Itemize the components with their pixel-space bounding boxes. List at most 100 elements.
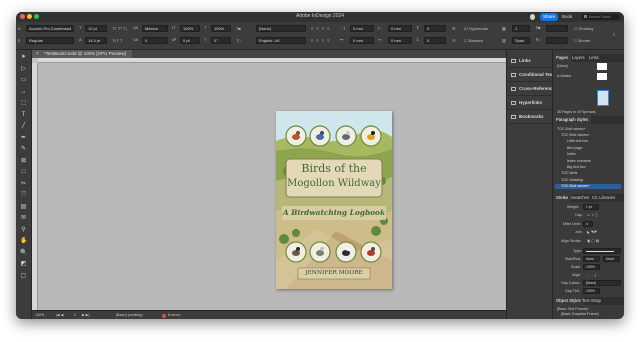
close-tab-icon[interactable]: × [36, 50, 39, 58]
stock-search-input[interactable]: Adobe Stock [582, 14, 620, 20]
eyedropper-tool[interactable]: ⚲ [20, 227, 27, 234]
paragraph-style-field[interactable]: [None] [256, 25, 306, 32]
gap-color-select[interactable]: [None] [583, 280, 621, 286]
drop-cap-chars-field[interactable]: 0 [424, 37, 446, 44]
baseline-shift-field[interactable]: 0 pt [180, 37, 200, 44]
tab-paragraph-styles[interactable]: Paragraph Styles [553, 116, 592, 124]
free-transform-tool[interactable]: ⤧ [20, 192, 27, 199]
cover-page[interactable]: Birds of the Mogollon Wildway A Birdwatc… [276, 111, 392, 289]
bookmarks-panel-button[interactable]: Bookmarks [507, 110, 553, 124]
tab-layers[interactable]: Layers [569, 54, 588, 62]
zoom-tool[interactable]: 🔍 [20, 250, 27, 257]
page-nav-next[interactable]: ▶ ▶| [82, 313, 89, 317]
border-checkbox[interactable]: ☐ Border [574, 38, 591, 43]
lightbulb-icon[interactable] [530, 14, 535, 20]
stroke-type-select[interactable] [583, 248, 621, 254]
justify-buttons[interactable]: ≡ ≡ ≡ ≡ [311, 38, 331, 43]
object-style-item[interactable]: [Basic Graphics Frame] [555, 312, 621, 317]
paragraph-style-item[interactable]: TOC birds [555, 171, 621, 176]
font-family-field[interactable]: Acumin Pro Condensed [26, 25, 74, 32]
paragraph-color-icon[interactable]: ¶■ [536, 25, 541, 30]
pages-a-master[interactable]: A-Master [557, 74, 572, 78]
zoom-level[interactable]: 100% [35, 313, 44, 317]
stroke-end-select[interactable]: None [603, 256, 620, 262]
grid-align-icon[interactable]: ▦ [502, 26, 506, 31]
gap-tool[interactable]: ↔ [20, 89, 27, 96]
paragraph-style-item[interactable]: Little text box [555, 139, 621, 144]
horizontal-scale-field[interactable]: 100% [211, 25, 231, 32]
drop-cap-lines-field[interactable]: 0 [424, 25, 446, 32]
span-columns-icon[interactable]: ▥ [502, 38, 506, 43]
right-indent-field[interactable]: 0 mm [388, 25, 412, 32]
language-field[interactable]: English: UK [256, 37, 306, 44]
pages-none-master[interactable]: [None] [557, 64, 568, 68]
bullets-icon[interactable]: ☰ [452, 26, 456, 31]
numbering-icon[interactable]: ☷ [452, 38, 456, 43]
preflight-errors[interactable]: 8 errors [168, 313, 180, 317]
links-panel-button[interactable]: Links [507, 54, 553, 68]
caps-buttons[interactable]: TT Tᵀ T₁ [112, 26, 127, 31]
stroke-scale-field[interactable]: 100% [583, 264, 600, 270]
direct-selection-tool[interactable]: ▷ [20, 66, 27, 73]
paragraph-style-item[interactable]: TOC Bird names+ [555, 133, 621, 138]
font-style-field[interactable]: Regular [26, 37, 74, 44]
paragraph-style-item[interactable]: TOC Bird names+ [555, 184, 621, 190]
stroke-start-select[interactable]: None [583, 256, 600, 262]
columns-field[interactable]: 1 [512, 25, 530, 32]
workspace-book-label[interactable]: Book [562, 14, 572, 19]
fill-stroke-swatch[interactable]: ◩ [20, 261, 27, 268]
font-size-field[interactable]: 12 pt [85, 25, 107, 32]
space-after-field[interactable]: 0 mm [388, 37, 412, 44]
pencil-tool[interactable]: ✎ [20, 146, 27, 153]
none-master-thumb[interactable] [597, 63, 607, 70]
tab-text-wrap[interactable]: Text Wrap [579, 297, 604, 305]
tab-cc-libraries[interactable]: CC Libraries [589, 194, 618, 202]
cap-buttons[interactable]: ▭ ◖ ▢ [587, 213, 598, 217]
kerning-field[interactable]: Metrics [142, 25, 168, 32]
pasteboard[interactable] [38, 63, 506, 310]
align-buttons[interactable]: ≡ ≡ ≡ ≡ [311, 26, 331, 31]
hyperlinks-panel-button[interactable]: Hyperlinks [507, 96, 553, 110]
line-tool[interactable]: ╱ [20, 123, 27, 130]
scissors-tool[interactable]: ✂ [20, 181, 27, 188]
paragraph-style-item[interactable]: Index numbers [555, 159, 621, 164]
stroke-weight-field[interactable]: 1 pt [583, 204, 599, 210]
paragraph-style-item[interactable]: Big text box [555, 165, 621, 170]
shading-checkbox[interactable]: ☐ Shading [574, 26, 593, 31]
selection-tool[interactable]: ➤ [20, 54, 27, 61]
left-indent-field[interactable]: 0 mm [350, 25, 374, 32]
first-line-indent-field[interactable]: 0 mm [350, 37, 374, 44]
align-stroke-buttons[interactable]: ▣ ▢ ▤ [587, 239, 599, 243]
vertical-scale-field[interactable]: 100% [180, 25, 200, 32]
pen-tool[interactable]: ✒ [20, 135, 27, 142]
gap-tint-field[interactable]: 100% [583, 288, 600, 294]
cover-author[interactable]: JENNIFER MOORE [298, 270, 370, 276]
cover-subtitle[interactable]: A Birdwatching Logbook [282, 208, 386, 217]
note-tool[interactable]: ✉ [20, 215, 27, 222]
rectangle-frame-tool[interactable]: ⊠ [20, 158, 27, 165]
skew-field[interactable]: 0° [211, 37, 231, 44]
cross-references-panel-button[interactable]: Cross-References [507, 82, 558, 96]
span-field[interactable]: Span [512, 37, 530, 44]
paragraph-shading-field[interactable] [546, 25, 568, 32]
paragraph-border-field[interactable] [546, 37, 568, 44]
page-nav-prev[interactable]: |◀ ◀ [56, 313, 63, 317]
tracking-field[interactable]: 0 [142, 37, 168, 44]
arrow-align-buttons[interactable]: → →| [587, 273, 596, 277]
type-paragraph-toggle-icon[interactable]: A [18, 26, 21, 31]
paragraph-style-item[interactable]: Bird page [555, 146, 621, 151]
stroke-color-icon[interactable]: ¶□ [536, 37, 541, 42]
character-stroke-icon[interactable]: T□ [236, 38, 241, 43]
document-tab[interactable]: × *TestBook2.indd @ 100% [GPU Preview] [32, 50, 132, 58]
gradient-tool[interactable]: ▤ [20, 204, 27, 211]
character-color-icon[interactable]: T■ [236, 26, 241, 31]
view-mode-button[interactable]: ▢ [20, 273, 27, 280]
control-menu-icon[interactable]: ≡ [613, 32, 615, 37]
page-1-thumb[interactable] [597, 90, 609, 106]
content-collector-tool[interactable]: ⬚ [20, 100, 27, 107]
style-buttons[interactable]: Tt T T [112, 38, 122, 43]
paragraph-style-item[interactable]: Index [555, 152, 621, 157]
tab-links[interactable]: Links [586, 54, 602, 62]
a-master-thumb[interactable] [597, 73, 607, 80]
conditional-text-panel-button[interactable]: Conditional Text [507, 68, 554, 82]
